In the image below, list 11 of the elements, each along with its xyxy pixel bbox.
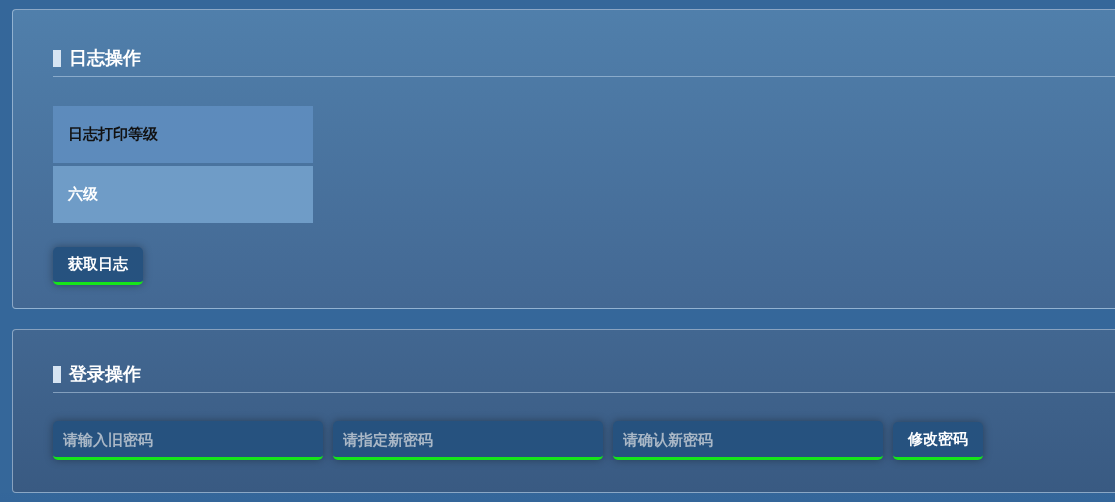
change-password-button[interactable]: 修改密码 — [893, 421, 983, 460]
password-field[interactable]: 请确认新密码 — [613, 421, 883, 461]
table-cell: 六级 — [53, 166, 313, 223]
heading-marker-icon — [53, 365, 61, 383]
fetch-log-button[interactable]: 获取日志 — [53, 247, 143, 285]
section-title: 登录操作 — [69, 363, 141, 387]
section-title: 日志操作 — [69, 47, 141, 70]
password-field[interactable]: 请指定新密码 — [333, 421, 603, 461]
heading-marker-icon — [53, 49, 61, 67]
password-field[interactable]: 请输入旧密码 — [53, 421, 323, 461]
table-header-cell: 日志打印等级 — [53, 106, 313, 163]
